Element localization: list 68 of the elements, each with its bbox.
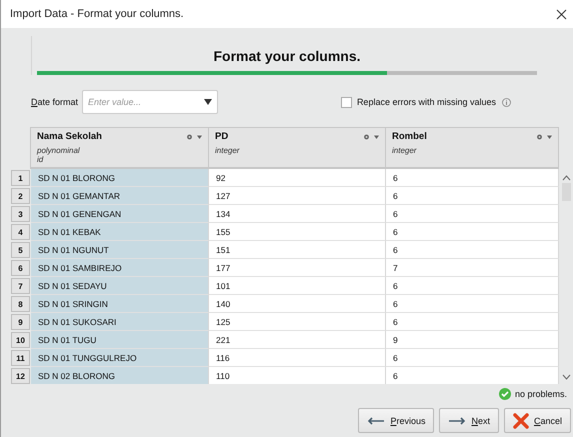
table-cell: 6 bbox=[386, 169, 559, 187]
table-cell: SD N 01 GEMANTAR bbox=[31, 187, 209, 205]
table-cell: 6 bbox=[386, 241, 559, 259]
table-cell: 151 bbox=[209, 241, 386, 259]
table-cell: 140 bbox=[209, 295, 386, 313]
row-number: 4 bbox=[11, 224, 30, 240]
checkbox-label: Replace errors with missing values bbox=[356, 97, 496, 107]
cancel-button[interactable]: Cancel bbox=[504, 408, 571, 433]
table-cell: 116 bbox=[209, 349, 386, 367]
table-cell: 125 bbox=[209, 313, 386, 331]
table-cell: 9 bbox=[386, 331, 559, 349]
arrow-right-icon bbox=[448, 416, 466, 424]
next-button[interactable]: Next bbox=[439, 408, 499, 433]
close-icon[interactable] bbox=[556, 8, 567, 20]
row-number: 7 bbox=[11, 278, 30, 294]
table-cell: 7 bbox=[386, 259, 559, 277]
row-number: 3 bbox=[11, 206, 30, 222]
table-cell: 92 bbox=[209, 169, 386, 187]
arrow-left-icon bbox=[367, 416, 386, 424]
table-cell: 6 bbox=[386, 205, 559, 223]
table-cell: 101 bbox=[209, 277, 386, 295]
row-number: 9 bbox=[11, 314, 30, 330]
table-cell: SD N 01 KEBAK bbox=[31, 223, 209, 241]
table-cell: 6 bbox=[386, 349, 559, 367]
scroll-down-icon[interactable] bbox=[562, 374, 571, 380]
row-number: 11 bbox=[11, 350, 30, 366]
step-title: Format your columns. bbox=[213, 48, 361, 64]
info-icon[interactable] bbox=[502, 98, 511, 106]
table-cell: 6 bbox=[386, 295, 559, 313]
table-cell: 134 bbox=[209, 205, 386, 223]
row-number: 10 bbox=[11, 332, 30, 348]
column-header[interactable]: Nama Sekolah polynominal id bbox=[30, 127, 209, 169]
table-cell: SD N 01 SRINGIN bbox=[31, 295, 209, 313]
row-number: 12 bbox=[11, 368, 30, 384]
checkbox[interactable] bbox=[340, 96, 352, 108]
table-cell: 6 bbox=[386, 313, 559, 331]
row-number: 6 bbox=[11, 260, 30, 276]
table-cell: SD N 01 NGUNUT bbox=[31, 241, 209, 259]
table-cell: 155 bbox=[209, 223, 386, 241]
table-cell: 6 bbox=[386, 277, 559, 295]
column-header[interactable]: PD integer bbox=[208, 127, 386, 169]
previous-button[interactable]: Previous bbox=[358, 408, 434, 433]
table-cell: 177 bbox=[209, 259, 386, 277]
row-number: 2 bbox=[11, 188, 30, 204]
table-cell: 127 bbox=[209, 187, 386, 205]
table-cell: 6 bbox=[386, 187, 559, 205]
column-header[interactable]: Rombel integer bbox=[385, 127, 559, 169]
dropdown-icon bbox=[204, 99, 212, 105]
table-cell: 221 bbox=[209, 331, 386, 349]
table-cell: SD N 01 TUGU bbox=[31, 331, 209, 349]
table-cell: SD N 01 BLORONG bbox=[31, 169, 209, 187]
table-cell: SD N 01 SEDAYU bbox=[31, 277, 209, 295]
table-cell: SD N 01 TUNGGULREJO bbox=[31, 349, 209, 367]
date-format-label: Date format bbox=[31, 97, 78, 107]
table-cell: SD N 02 BLORONG bbox=[31, 367, 209, 384]
table-cell: SD N 01 SAMBIREJO bbox=[31, 259, 209, 277]
row-number: 8 bbox=[11, 296, 30, 312]
status-text: no problems. bbox=[514, 389, 567, 399]
table-cell: 6 bbox=[386, 223, 559, 241]
window-title: Import Data - Format your columns. bbox=[10, 8, 184, 20]
scroll-up-icon[interactable] bbox=[562, 175, 571, 181]
table-cell: SD N 01 GENENGAN bbox=[31, 205, 209, 223]
row-number: 5 bbox=[11, 242, 30, 258]
table-cell: 110 bbox=[209, 367, 386, 384]
cross-icon bbox=[512, 412, 529, 428]
table-cell: SD N 01 SUKOSARI bbox=[31, 313, 209, 331]
row-number: 1 bbox=[11, 170, 30, 186]
table-cell: 6 bbox=[386, 367, 559, 384]
